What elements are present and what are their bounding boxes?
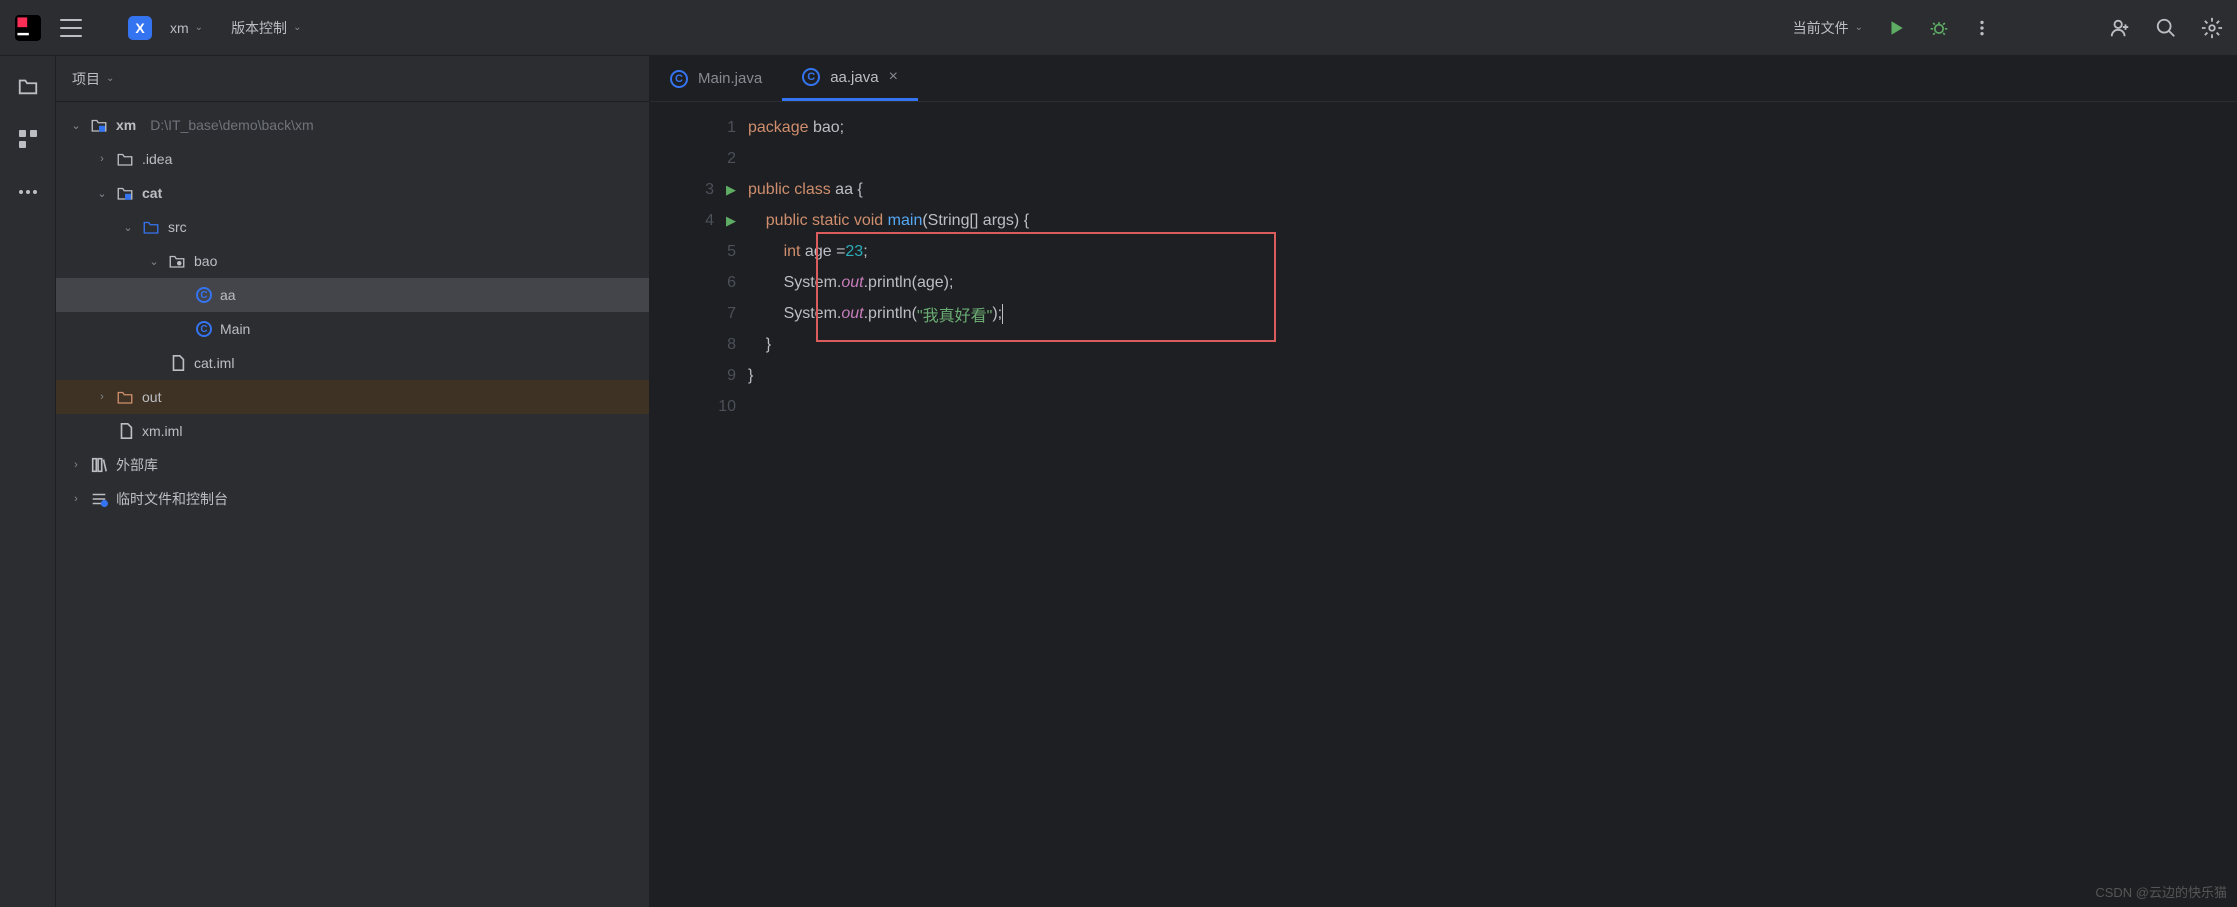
sidebar-header[interactable]: 项目 ⌄ [56,56,649,102]
tab-main-java[interactable]: C Main.java [650,56,782,101]
tree-package-bao[interactable]: ⌄ bao [56,244,649,278]
source-text[interactable]: package bao; public class aa { public st… [748,102,2237,907]
chevron-right-icon: › [70,459,82,471]
tree-module-cat[interactable]: ⌄ cat [56,176,649,210]
src-folder-icon [142,219,160,235]
module-folder-icon [90,117,108,133]
code-with-me-icon[interactable] [2109,17,2131,39]
project-selector[interactable]: xm ⌄ [170,20,203,36]
chevron-down-icon: ⌄ [106,73,114,84]
tree-label: .idea [142,151,172,167]
scratch-icon [90,490,108,508]
run-config-selector[interactable]: 当前文件 ⌄ [1793,18,1863,38]
project-tree: ⌄ xm D:\IT_base\demo\back\xm › .idea ⌄ c… [56,102,649,907]
run-gutter-icon[interactable]: ▶ [726,182,736,198]
tree-file-catiml[interactable]: cat.iml [56,346,649,380]
class-icon: C [670,70,688,88]
package-icon [168,253,186,269]
tree-label: cat.iml [194,355,234,371]
tree-folder-src[interactable]: ⌄ src [56,210,649,244]
tab-label: Main.java [698,70,762,87]
vcs-menu[interactable]: 版本控制 ⌄ [231,18,301,38]
line-number: 10 [718,398,736,416]
vcs-label: 版本控制 [231,18,287,38]
run-config-label: 当前文件 [1793,18,1849,38]
tree-label: 临时文件和控制台 [116,489,228,509]
tree-path: D:\IT_base\demo\back\xm [150,117,313,133]
more-tools-icon[interactable] [18,182,38,198]
line-number: 2 [727,150,736,168]
chevron-right-icon: › [70,493,82,505]
chevron-right-icon: › [96,153,108,165]
code-editor[interactable]: 1 2 3 ▶ 4 ▶ 5 6 7 8 9 10 package bao; publ… [650,102,2237,907]
line-number: 4 [705,212,714,230]
tree-class-aa[interactable]: C aa [56,278,649,312]
tree-label: cat [142,185,162,201]
chevron-down-icon: ⌄ [195,22,203,33]
tree-label: Main [220,321,250,337]
run-button[interactable] [1887,19,1905,37]
project-name-label: xm [170,20,189,36]
sidebar-title: 项目 [72,69,100,89]
tree-label: 外部库 [116,455,158,475]
chevron-down-icon: ⌄ [70,119,82,132]
tree-label: out [142,389,161,405]
line-number: 1 [727,119,736,137]
tree-root[interactable]: ⌄ xm D:\IT_base\demo\back\xm [56,108,649,142]
file-icon [118,422,134,440]
main-menu-icon[interactable] [60,19,82,37]
tree-label: aa [220,287,236,303]
tree-class-main[interactable]: C Main [56,312,649,346]
more-icon[interactable] [1973,19,1991,37]
class-icon: C [802,68,820,86]
chevron-down-icon: ⌄ [122,221,134,234]
folder-icon [116,151,134,167]
chevron-right-icon: › [96,391,108,403]
tree-label: xm.iml [142,423,182,439]
ide-logo-icon [14,14,42,42]
structure-tool-icon[interactable] [18,129,38,152]
tree-file-xmiml[interactable]: xm.iml [56,414,649,448]
tree-external-libs[interactable]: › 外部库 [56,448,649,482]
line-number: 7 [727,305,736,323]
tab-aa-java[interactable]: C aa.java × [782,56,918,101]
class-icon: C [196,287,212,303]
line-number: 9 [727,367,736,385]
line-number: 6 [727,274,736,292]
file-icon [170,354,186,372]
tree-label: xm [116,117,136,133]
project-sidebar: 项目 ⌄ ⌄ xm D:\IT_base\demo\back\xm › .ide… [56,56,650,907]
module-folder-icon [116,185,134,201]
run-gutter-icon[interactable]: ▶ [726,213,736,229]
tree-scratches[interactable]: › 临时文件和控制台 [56,482,649,516]
out-folder-icon [116,389,134,405]
watermark-text: CSDN @云边的快乐猫 [2095,882,2227,901]
search-icon[interactable] [2155,17,2177,39]
close-tab-icon[interactable]: × [889,68,898,86]
tab-label: aa.java [830,69,878,86]
chevron-down-icon: ⌄ [96,187,108,200]
top-toolbar: X xm ⌄ 版本控制 ⌄ 当前文件 ⌄ [0,0,2237,56]
tool-rail [0,56,56,907]
chevron-down-icon: ⌄ [293,22,301,33]
line-number: 3 [705,181,714,199]
tree-label: src [168,219,187,235]
line-number: 8 [727,336,736,354]
editor-tabs: C Main.java C aa.java × [650,56,2237,102]
chevron-down-icon: ⌄ [1855,22,1863,33]
library-icon [90,456,108,474]
tree-label: bao [194,253,217,269]
tree-folder-out[interactable]: › out [56,380,649,414]
editor-area: C Main.java C aa.java × 1 2 3 ▶ 4 ▶ 5 6 7 [650,56,2237,907]
line-gutter: 1 2 3 ▶ 4 ▶ 5 6 7 8 9 10 [650,102,748,907]
class-icon: C [196,321,212,337]
settings-icon[interactable] [2201,17,2223,39]
tree-folder-idea[interactable]: › .idea [56,142,649,176]
line-number: 5 [727,243,736,261]
project-tool-icon[interactable] [17,76,39,99]
text-cursor [1002,304,1003,324]
project-badge: X [128,16,152,40]
chevron-down-icon: ⌄ [148,255,160,268]
debug-button[interactable] [1929,18,1949,38]
